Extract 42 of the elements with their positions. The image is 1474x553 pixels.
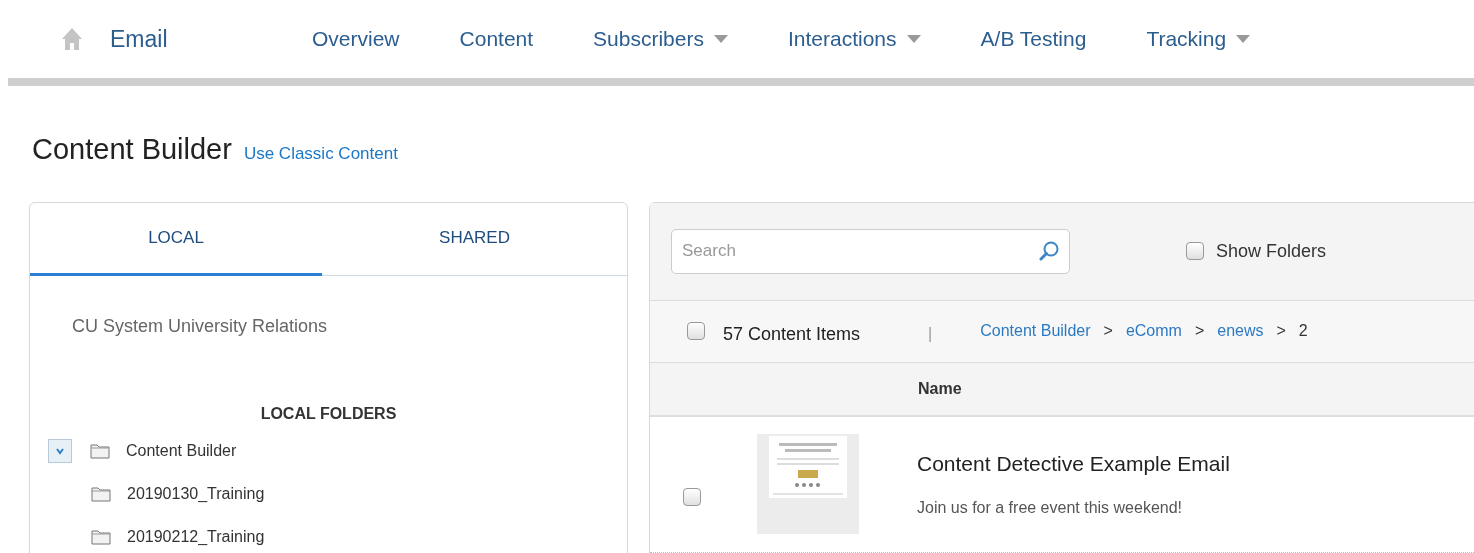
checkbox[interactable]	[683, 488, 701, 506]
folder-name[interactable]: 20190130_Training	[127, 482, 265, 506]
separator: |	[928, 324, 933, 344]
breadcrumb-separator: >	[1103, 321, 1113, 341]
breadcrumb-current: 2	[1298, 321, 1308, 341]
page-title: Content Builder	[32, 132, 232, 167]
panel-tab[interactable]: LOCAL	[30, 202, 322, 276]
nav-item[interactable]: Subscribers	[593, 23, 704, 55]
breadcrumb-link[interactable]: enews	[1217, 319, 1264, 343]
caret-icon[interactable]	[1236, 35, 1251, 43]
caret-icon[interactable]	[906, 35, 921, 43]
folder-icon	[91, 529, 111, 545]
breadcrumb-separator: >	[1276, 321, 1286, 341]
classic-content-link[interactable]: Use Classic Content	[243, 141, 398, 167]
expand-toggle[interactable]	[48, 439, 72, 463]
caret-icon[interactable]	[714, 35, 728, 43]
account-name: CU System University Relations	[71, 314, 329, 338]
checkbox[interactable]	[687, 322, 705, 340]
nav-title[interactable]: Email	[110, 21, 312, 57]
item-description: Join us for a free event this weekend!	[917, 497, 1184, 518]
nav-item[interactable]: Tracking	[1146, 23, 1227, 55]
checkbox-label: Show Folders	[1216, 239, 1327, 263]
column-header[interactable]: Name	[918, 376, 962, 401]
checkbox[interactable]	[1186, 242, 1204, 260]
folder-name[interactable]: Content Builder	[126, 439, 237, 463]
search-icon[interactable]	[1038, 240, 1060, 262]
section-heading: LOCAL FOLDERS	[259, 403, 398, 424]
home-icon[interactable]	[62, 27, 82, 51]
panel-tab[interactable]: SHARED	[322, 202, 627, 276]
breadcrumb-link[interactable]: Content Builder	[980, 319, 1091, 343]
breadcrumb-separator: >	[1194, 321, 1205, 341]
breadcrumb-link[interactable]: eComm	[1125, 319, 1182, 343]
nav-item[interactable]: Interactions	[788, 23, 897, 55]
search-field[interactable]: Search	[671, 228, 1070, 274]
nav-item[interactable]: Overview	[312, 23, 400, 55]
nav-item[interactable]: Content	[459, 23, 534, 55]
folder-icon	[90, 443, 110, 459]
item-title[interactable]: Content Detective Example Email	[917, 448, 1230, 480]
folder-name[interactable]: 20190212_Training	[127, 525, 265, 549]
nav-item[interactable]: A/B Testing	[980, 23, 1087, 55]
folder-icon	[91, 486, 111, 502]
item-count: 57 Content Items	[723, 322, 861, 346]
